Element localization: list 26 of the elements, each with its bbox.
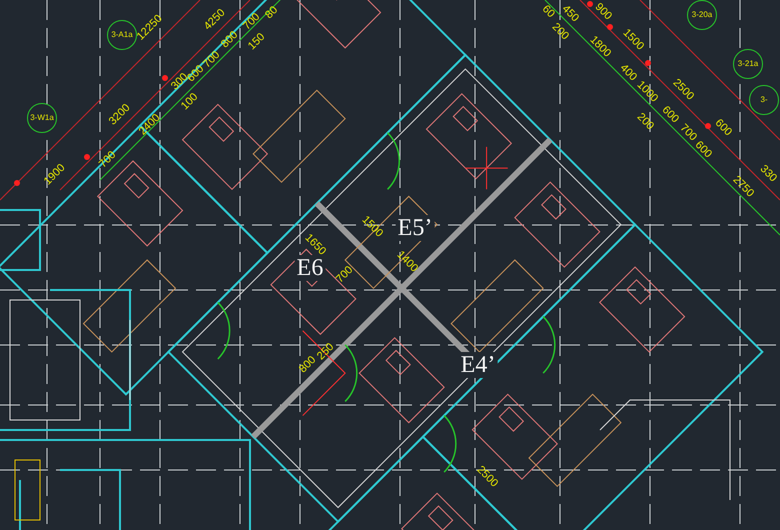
dimension-text: 150 (246, 32, 268, 52)
dimension-text: 330 (758, 164, 778, 184)
unit-label: E5’ (396, 215, 434, 241)
dimension-text: 600 (712, 118, 734, 138)
axis-bubble: 3-21a (733, 49, 763, 79)
dimension-text: 800 (220, 30, 240, 50)
dimension-text: 100 (180, 92, 200, 112)
axis-bubble: 3- (749, 85, 779, 115)
axis-bubble: 3-20a (687, 0, 717, 30)
dimension-text: 250 (316, 342, 336, 362)
dimension-text: 200 (550, 22, 570, 42)
dimension-text: 60 (540, 4, 556, 20)
dimension-text: 200 (634, 112, 656, 132)
dimension-text: 450 (560, 4, 580, 24)
dimension-text: 700 (334, 264, 356, 286)
dimension-text: 700 (242, 12, 262, 32)
unit-label: E6 (294, 255, 326, 281)
dimension-text: 600 (660, 104, 680, 126)
dimension-text: 900 (592, 2, 614, 22)
unit-label: E4’ (458, 352, 498, 378)
dimension-text: 400 (618, 62, 638, 84)
dimension-text: 700 (98, 150, 118, 170)
dimension-text: 80 (264, 4, 280, 22)
axis-bubble: 3-A1a (107, 20, 137, 50)
dimension-text: 800 (298, 354, 318, 376)
axis-bubble: 3-W1a (27, 103, 57, 133)
